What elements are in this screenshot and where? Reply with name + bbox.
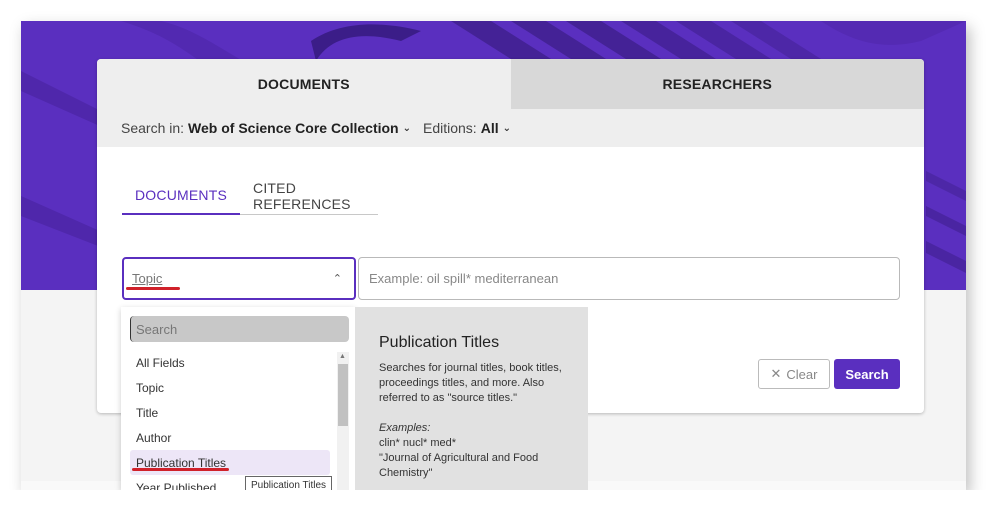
editions-value: All	[480, 120, 499, 136]
close-icon: ✕	[770, 366, 782, 381]
collection-dropdown[interactable]: Web of Science Core Collection ⌄	[188, 120, 411, 136]
search-in-label: Search in:	[121, 120, 185, 136]
annotation-underline	[126, 287, 180, 290]
info-title: Publication Titles	[379, 334, 500, 351]
example-line: clin* nucl* med*	[379, 437, 457, 449]
editions-dropdown[interactable]: All ⌄	[481, 120, 511, 136]
top-tabs: DOCUMENTS RESEARCHERS	[97, 59, 924, 109]
dropdown-item-topic[interactable]: Topic	[130, 375, 330, 400]
clear-label: Clear	[786, 366, 818, 382]
search-field-select[interactable]: Topic ⌃	[122, 257, 356, 300]
chevron-down-icon: ⌄	[402, 122, 411, 134]
examples-label: Examples:	[379, 422, 431, 434]
search-in-bar: Search in: Web of Science Core Collectio…	[97, 109, 924, 147]
dropdown-item-publication-titles[interactable]: Publication Titles	[130, 450, 330, 475]
search-query-input[interactable]	[358, 257, 900, 300]
tab-researchers[interactable]: RESEARCHERS	[510, 59, 924, 109]
example-line: "Journal of Agricultural and Food	[379, 452, 539, 464]
editions-label: Editions:	[423, 120, 477, 136]
dropdown-item-author[interactable]: Author	[130, 425, 330, 450]
dropdown-scrollbar[interactable]: ▲	[337, 352, 349, 490]
dropdown-item-title[interactable]: Title	[130, 400, 330, 425]
field-info-panel: Publication Titles Searches for journal …	[355, 307, 588, 490]
page-margin	[0, 490, 1008, 532]
search-type-tabs: DOCUMENTS CITED REFERENCES	[122, 177, 378, 215]
tab-documents[interactable]: DOCUMENTS	[97, 59, 511, 109]
search-button[interactable]: Search	[834, 359, 900, 389]
dropdown-search-input[interactable]	[130, 316, 349, 342]
annotation-underline	[132, 468, 229, 471]
clear-button[interactable]: ✕ Clear	[758, 359, 830, 389]
info-description: Searches for journal titles, book titles…	[379, 362, 562, 404]
dropdown-item-all-fields[interactable]: All Fields	[130, 350, 330, 375]
subtab-cited-references[interactable]: CITED REFERENCES	[240, 177, 378, 214]
subtab-documents[interactable]: DOCUMENTS	[122, 177, 241, 215]
search-field-value: Topic	[132, 271, 163, 286]
scrollbar-thumb[interactable]	[338, 364, 348, 426]
scroll-up-arrow-icon[interactable]: ▲	[339, 353, 346, 360]
collection-value: Web of Science Core Collection	[188, 120, 399, 136]
chevron-up-icon: ⌃	[332, 273, 342, 285]
chevron-down-icon: ⌄	[502, 122, 511, 134]
search-field-dropdown: All Fields Topic Title Author Publicatio…	[121, 307, 355, 495]
example-line: Chemistry"	[379, 467, 433, 479]
